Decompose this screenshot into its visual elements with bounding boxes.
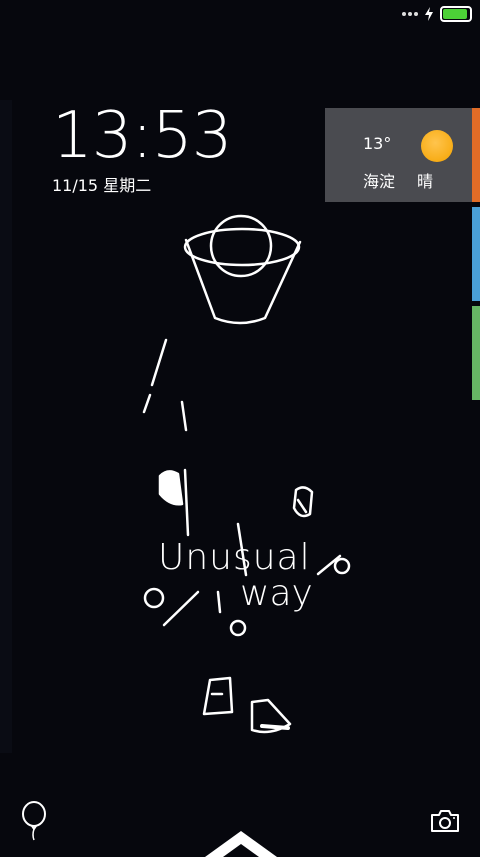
lockscreen-clock: 13:53 [52, 99, 232, 173]
side-tab-blue[interactable] [472, 207, 480, 301]
sun-icon [421, 130, 453, 162]
camera-icon[interactable] [430, 809, 460, 833]
side-tab-green[interactable] [472, 306, 480, 400]
lockscreen-date: 11/15 星期二 [52, 176, 152, 195]
weather-temperature: 13° [363, 134, 392, 153]
balloon-icon[interactable] [20, 801, 48, 841]
weather-condition: 晴 [417, 172, 434, 191]
weather-widget[interactable]: 13° 海淀 晴 [325, 108, 473, 202]
wallpaper-text-line1: Unusual [158, 537, 311, 578]
wallpaper-text-line2: way [240, 573, 313, 614]
side-tab-orange[interactable] [472, 108, 480, 202]
side-tabs[interactable] [472, 108, 480, 400]
weather-city: 海淀 [363, 172, 396, 191]
